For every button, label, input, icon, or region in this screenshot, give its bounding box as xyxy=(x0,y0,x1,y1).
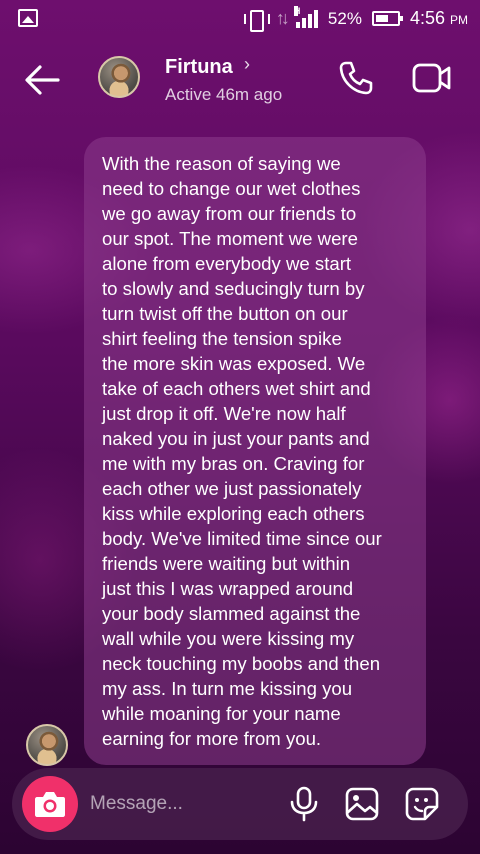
video-camera-icon xyxy=(412,63,451,93)
voice-call-button[interactable] xyxy=(338,60,374,96)
gallery-button[interactable] xyxy=(345,787,379,821)
contact-avatar[interactable] xyxy=(98,56,140,98)
microphone-button[interactable] xyxy=(287,786,321,822)
data-arrows-icon: ↑↓ xyxy=(275,8,290,28)
sticker-button[interactable] xyxy=(405,787,439,821)
clock: 4:56 PM xyxy=(409,8,468,28)
message-text: With the reason of saying we need to cha… xyxy=(102,153,382,749)
status-icons: ↑↓ H 52% 4:56 PM xyxy=(243,5,468,32)
message-input[interactable] xyxy=(90,790,280,818)
microphone-icon xyxy=(290,786,318,822)
battery-icon xyxy=(371,11,403,26)
back-arrow-icon xyxy=(25,65,60,95)
message-composer xyxy=(12,768,468,840)
sticker-icon xyxy=(405,787,439,821)
gallery-icon xyxy=(345,787,379,821)
chevron-right-icon[interactable]: › xyxy=(244,54,250,75)
status-bar: ↑↓ H 52% 4:56 PM xyxy=(0,0,480,38)
message-bubble[interactable]: With the reason of saying we need to cha… xyxy=(84,137,426,765)
battery-percent: 52% xyxy=(327,8,362,28)
contact-name[interactable]: Firtuna xyxy=(165,56,233,79)
chat-header: Firtuna › Active 46m ago xyxy=(0,40,480,120)
phone-icon xyxy=(339,61,373,95)
video-call-button[interactable] xyxy=(412,62,452,94)
image-icon xyxy=(18,9,38,27)
camera-button[interactable] xyxy=(22,776,78,832)
back-button[interactable] xyxy=(22,62,62,98)
camera-icon xyxy=(35,792,65,817)
signal-icon: H xyxy=(293,5,318,28)
vibrate-icon xyxy=(243,9,270,32)
sender-avatar[interactable] xyxy=(26,724,68,766)
contact-status: Active 46m ago xyxy=(165,85,283,104)
